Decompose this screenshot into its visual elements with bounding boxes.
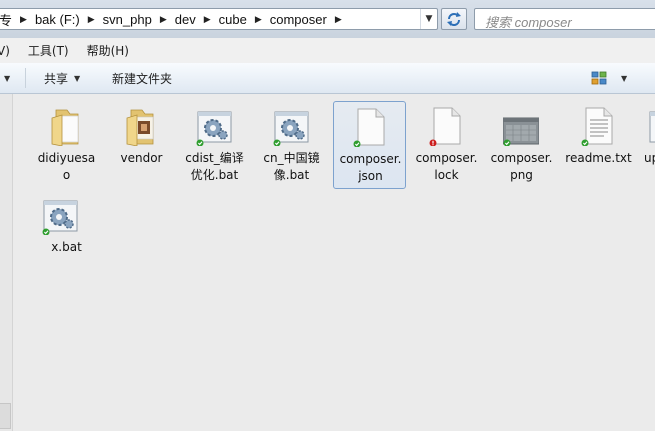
share-label: 共享 (44, 71, 69, 86)
breadcrumb: 专 ▶ bak (F:) ▶ svn_php ▶ dev ▶ cube ▶ co… (0, 9, 345, 29)
breadcrumb-item-cube[interactable]: cube (214, 12, 252, 27)
chevron-down-icon: ▼ (4, 73, 11, 83)
refresh-button[interactable] (441, 8, 467, 30)
folder-icon (51, 109, 79, 146)
file-name: composer. json (339, 152, 402, 183)
batch-file-icon (649, 111, 655, 143)
view-grid-icon (591, 71, 607, 85)
file-item-readme-txt[interactable]: readme.txt (562, 101, 635, 189)
file-item-up-partial[interactable]: up (628, 101, 655, 189)
breadcrumb-separator-icon[interactable]: ▶ (332, 14, 345, 25)
address-bar[interactable]: 专 ▶ bak (F:) ▶ svn_php ▶ dev ▶ cube ▶ co… (0, 8, 438, 30)
batch-file-icon (273, 111, 309, 146)
breadcrumb-item-drive[interactable]: bak (F:) (30, 12, 85, 27)
breadcrumb-item-dev[interactable]: dev (170, 12, 201, 27)
address-bar-row: 专 ▶ bak (F:) ▶ svn_php ▶ dev ▶ cube ▶ co… (0, 0, 655, 38)
search-placeholder: 搜索 composer (485, 15, 572, 30)
batch-file-icon (196, 111, 232, 146)
file-name: vendor (120, 151, 163, 165)
file-name: x.bat (51, 240, 82, 254)
file-item-x-bat[interactable]: x.bat (30, 190, 103, 278)
chevron-down-icon: ▼ (74, 73, 81, 83)
file-item-composer-png[interactable]: composer. png (485, 101, 558, 189)
organize-dropdown-button[interactable]: ▼ (4, 63, 10, 93)
menu-view[interactable]: V) (0, 44, 19, 58)
menu-help[interactable]: 帮助(H) (78, 42, 138, 59)
file-name: composer. lock (415, 151, 478, 182)
image-file-icon (503, 117, 539, 146)
address-history-dropdown-icon[interactable]: ▼ (420, 9, 437, 29)
menu-bar: V) 工具(T) 帮助(H) (0, 38, 655, 64)
folder-icon (126, 109, 154, 146)
file-item-vendor[interactable]: vendor (105, 101, 178, 189)
new-folder-button[interactable]: 新建文件夹 (112, 63, 172, 93)
menu-tools[interactable]: 工具(T) (19, 42, 78, 59)
share-button[interactable]: 共享 ▼ (44, 63, 80, 93)
file-name: cn_中国镜 像.bat (263, 151, 320, 182)
file-name: cdist_编译 优化.bat (185, 151, 244, 182)
file-item-composer-lock[interactable]: composer. lock (410, 101, 483, 189)
breadcrumb-separator-icon[interactable]: ▶ (157, 14, 170, 25)
file-item-cdist-bat[interactable]: cdist_编译 优化.bat (178, 101, 251, 189)
breadcrumb-separator-icon[interactable]: ▶ (85, 14, 98, 25)
file-name: readme.txt (565, 151, 632, 165)
breadcrumb-item-truncated[interactable]: 专 (0, 10, 17, 29)
refresh-icon (447, 12, 461, 26)
breadcrumb-item-svn-php[interactable]: svn_php (98, 12, 157, 27)
file-item-composer-json[interactable]: composer. json (333, 101, 406, 189)
file-item-cn-mirror-bat[interactable]: cn_中国镜 像.bat (255, 101, 328, 189)
new-folder-label: 新建文件夹 (112, 71, 173, 86)
blank-file-icon (429, 107, 461, 146)
navigation-pane-edge (0, 94, 13, 431)
batch-file-icon (42, 200, 78, 235)
text-file-icon (581, 107, 613, 146)
blank-file-icon (353, 108, 385, 147)
command-toolbar: ▼ 共享 ▼ 新建文件夹 ▼ (0, 63, 655, 94)
file-name: up (644, 151, 655, 165)
file-name: composer. png (490, 151, 553, 182)
breadcrumb-separator-icon[interactable]: ▶ (252, 14, 265, 25)
search-input[interactable]: 搜索 composer (474, 8, 655, 30)
change-view-button[interactable]: ▼ (591, 69, 631, 87)
file-name: didiyuesa o (37, 151, 96, 182)
file-item-didiyuesao[interactable]: didiyuesa o (30, 101, 103, 189)
navigation-pane-scrollbar[interactable] (0, 403, 11, 429)
breadcrumb-separator-icon[interactable]: ▶ (201, 14, 214, 25)
chevron-down-icon: ▼ (621, 73, 628, 83)
breadcrumb-item-composer[interactable]: composer (265, 12, 332, 27)
toolbar-divider (25, 68, 26, 88)
breadcrumb-separator-icon[interactable]: ▶ (17, 14, 30, 25)
